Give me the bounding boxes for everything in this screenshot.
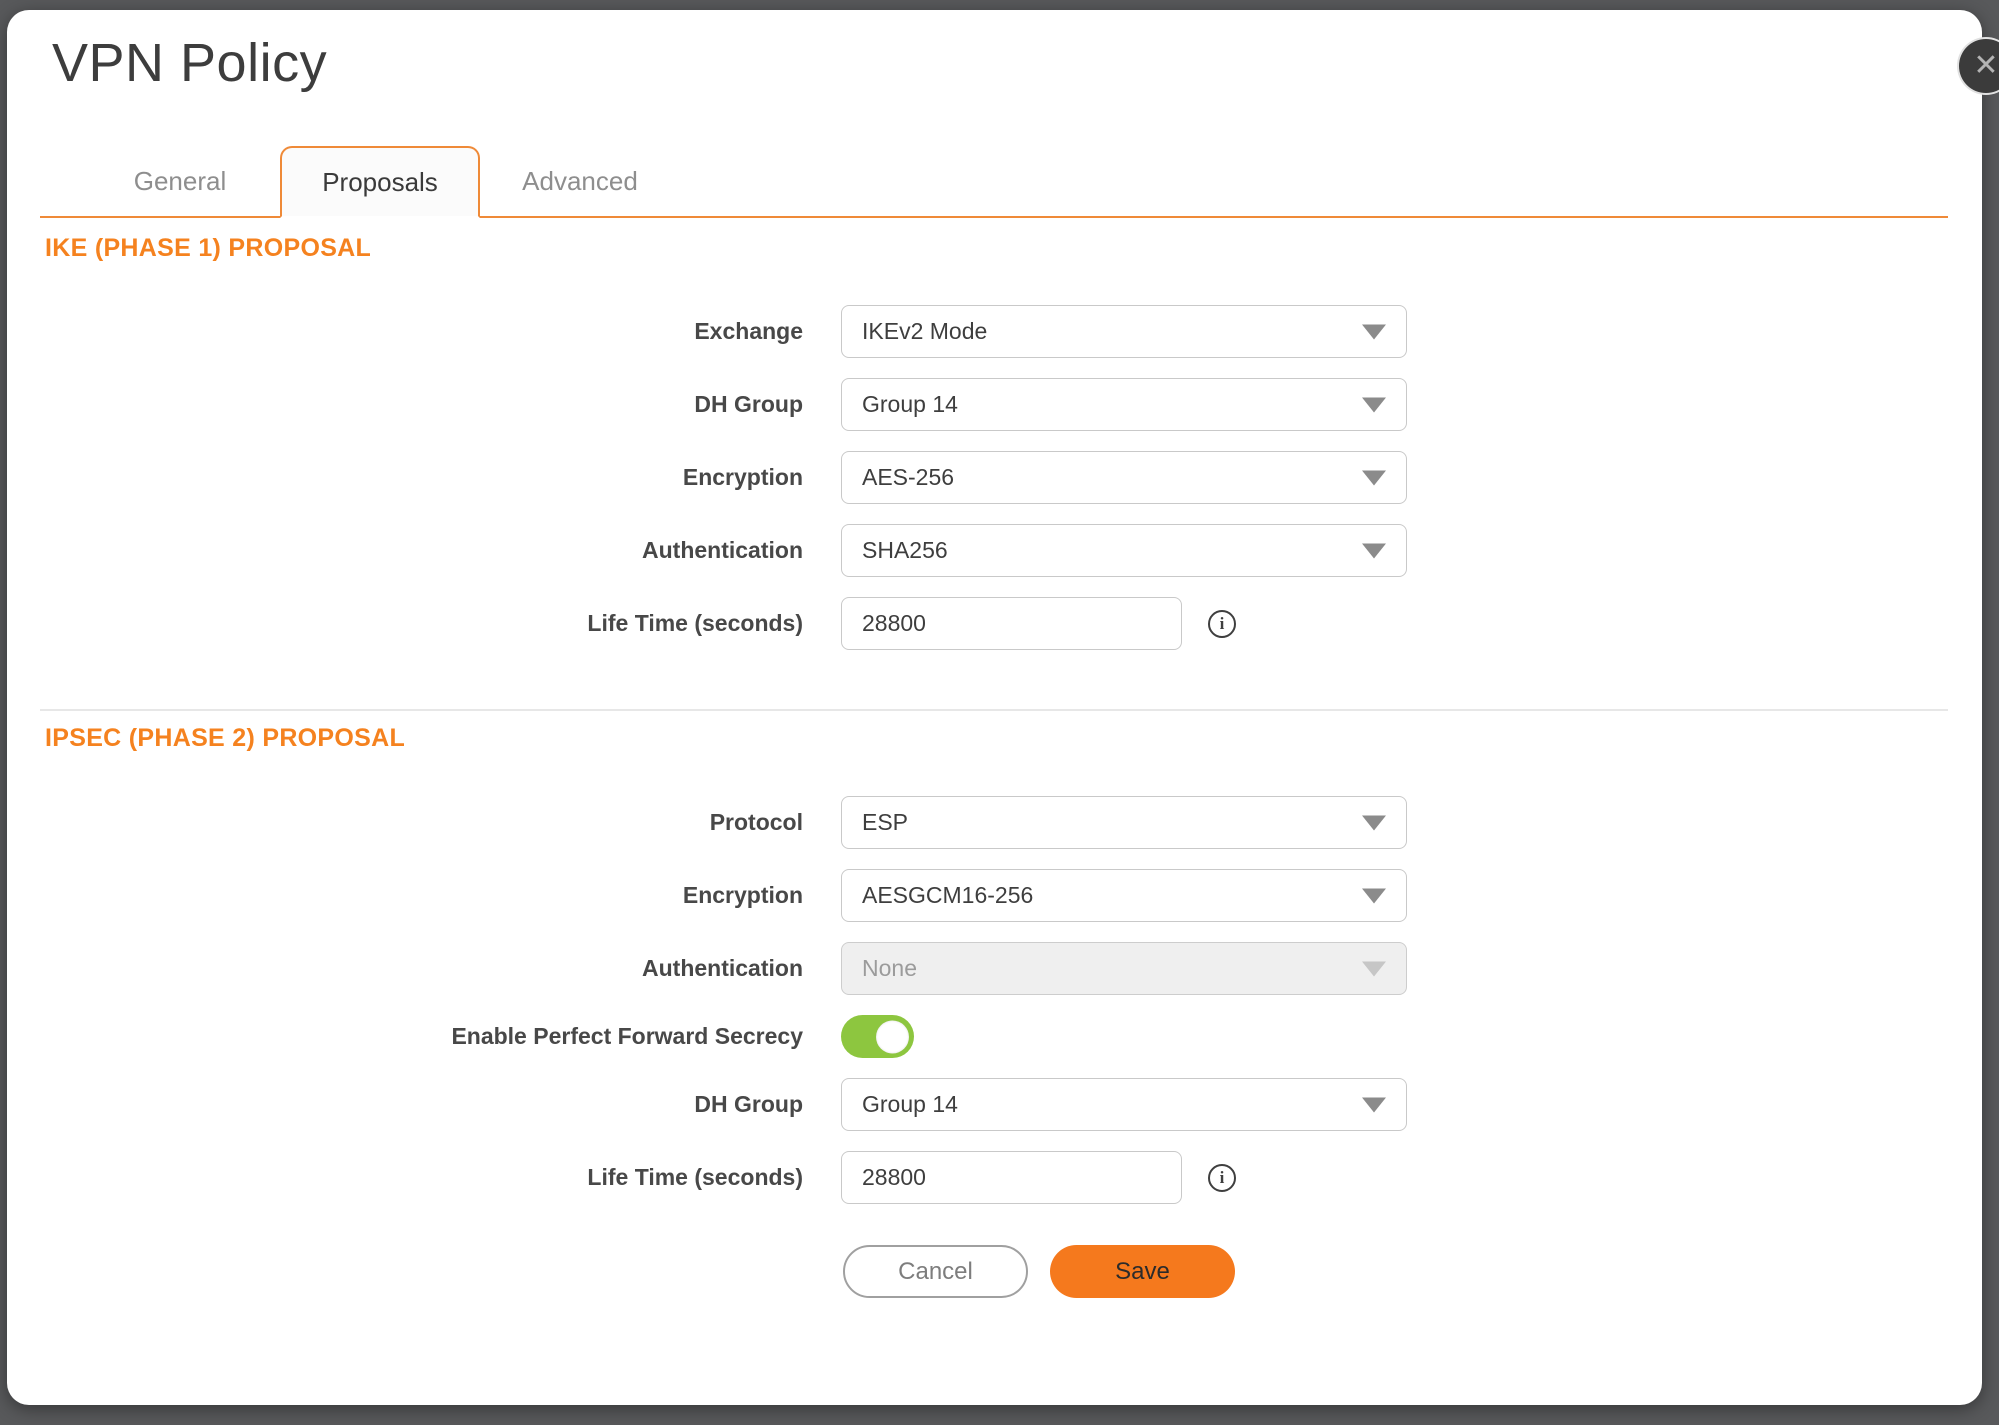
authentication-dropdown[interactable]: SHA256 [841,524,1407,577]
chevron-down-icon [1362,815,1386,830]
encryption2-row: Encryption AESGCM16-256 [7,869,1982,922]
life-time2-input[interactable] [841,1151,1182,1204]
dh-group-value: Group 14 [862,391,958,418]
protocol-value: ESP [862,809,908,836]
info-icon[interactable]: i [1208,1164,1236,1192]
section-divider [40,709,1948,711]
tab-general-label: General [134,166,227,197]
pfs-label: Enable Perfect Forward Secrecy [7,1023,803,1050]
save-button[interactable]: Save [1050,1245,1235,1298]
encryption-label: Encryption [7,464,803,491]
tab-proposals[interactable]: Proposals [280,146,480,218]
vpn-policy-dialog: VPN Policy General Proposals Advanced IK… [7,10,1982,1405]
pfs-toggle-on[interactable] [841,1015,914,1058]
chevron-down-icon [1362,397,1386,412]
authentication-row: Authentication SHA256 [7,524,1982,577]
encryption-value: AES-256 [862,464,954,491]
cancel-button[interactable]: Cancel [843,1245,1028,1298]
dh-group2-dropdown[interactable]: Group 14 [841,1078,1407,1131]
authentication2-label: Authentication [7,955,803,982]
ike-phase1-form: Exchange IKEv2 Mode DH Group Group 14 En… [7,305,1982,670]
tab-general[interactable]: General [80,146,280,216]
exchange-row: Exchange IKEv2 Mode [7,305,1982,358]
chevron-down-icon [1362,888,1386,903]
exchange-label: Exchange [7,318,803,345]
page-title: VPN Policy [52,32,327,94]
protocol-dropdown[interactable]: ESP [841,796,1407,849]
dialog-actions: Cancel Save [843,1245,1235,1298]
toggle-knob [876,1020,909,1053]
chevron-down-icon [1362,961,1386,976]
dh-group2-label: DH Group [7,1091,803,1118]
authentication2-dropdown-disabled: None [841,942,1407,995]
ipsec-phase2-form: Protocol ESP Encryption AESGCM16-256 Aut… [7,796,1982,1224]
exchange-value: IKEv2 Mode [862,318,987,345]
chevron-down-icon [1362,324,1386,339]
dh-group-dropdown[interactable]: Group 14 [841,378,1407,431]
tab-advanced-label: Advanced [522,166,638,197]
chevron-down-icon [1362,543,1386,558]
dh-group2-row: DH Group Group 14 [7,1078,1982,1131]
info-icon[interactable]: i [1208,610,1236,638]
chevron-down-icon [1362,470,1386,485]
authentication2-row: Authentication None [7,942,1982,995]
ike-phase1-heading: IKE (PHASE 1) PROPOSAL [45,234,371,263]
encryption2-dropdown[interactable]: AESGCM16-256 [841,869,1407,922]
encryption-row: Encryption AES-256 [7,451,1982,504]
dh-group2-value: Group 14 [862,1091,958,1118]
encryption-dropdown[interactable]: AES-256 [841,451,1407,504]
tab-proposals-label: Proposals [322,167,438,198]
protocol-label: Protocol [7,809,803,836]
ipsec-phase2-heading: IPSEC (PHASE 2) PROPOSAL [45,724,405,753]
life-time-label: Life Time (seconds) [7,610,803,637]
tab-advanced[interactable]: Advanced [480,146,680,216]
life-time-input[interactable] [841,597,1182,650]
life-time2-row: Life Time (seconds) i [7,1151,1982,1204]
chevron-down-icon [1362,1097,1386,1112]
encryption2-label: Encryption [7,882,803,909]
encryption2-value: AESGCM16-256 [862,882,1033,909]
exchange-dropdown[interactable]: IKEv2 Mode [841,305,1407,358]
authentication-label: Authentication [7,537,803,564]
life-time2-label: Life Time (seconds) [7,1164,803,1191]
pfs-row: Enable Perfect Forward Secrecy [7,1015,1982,1058]
authentication-value: SHA256 [862,537,948,564]
authentication2-value: None [862,955,917,982]
tab-bar: General Proposals Advanced [40,146,1948,218]
protocol-row: Protocol ESP [7,796,1982,849]
dh-group-row: DH Group Group 14 [7,378,1982,431]
dh-group-label: DH Group [7,391,803,418]
life-time-row: Life Time (seconds) i [7,597,1982,650]
